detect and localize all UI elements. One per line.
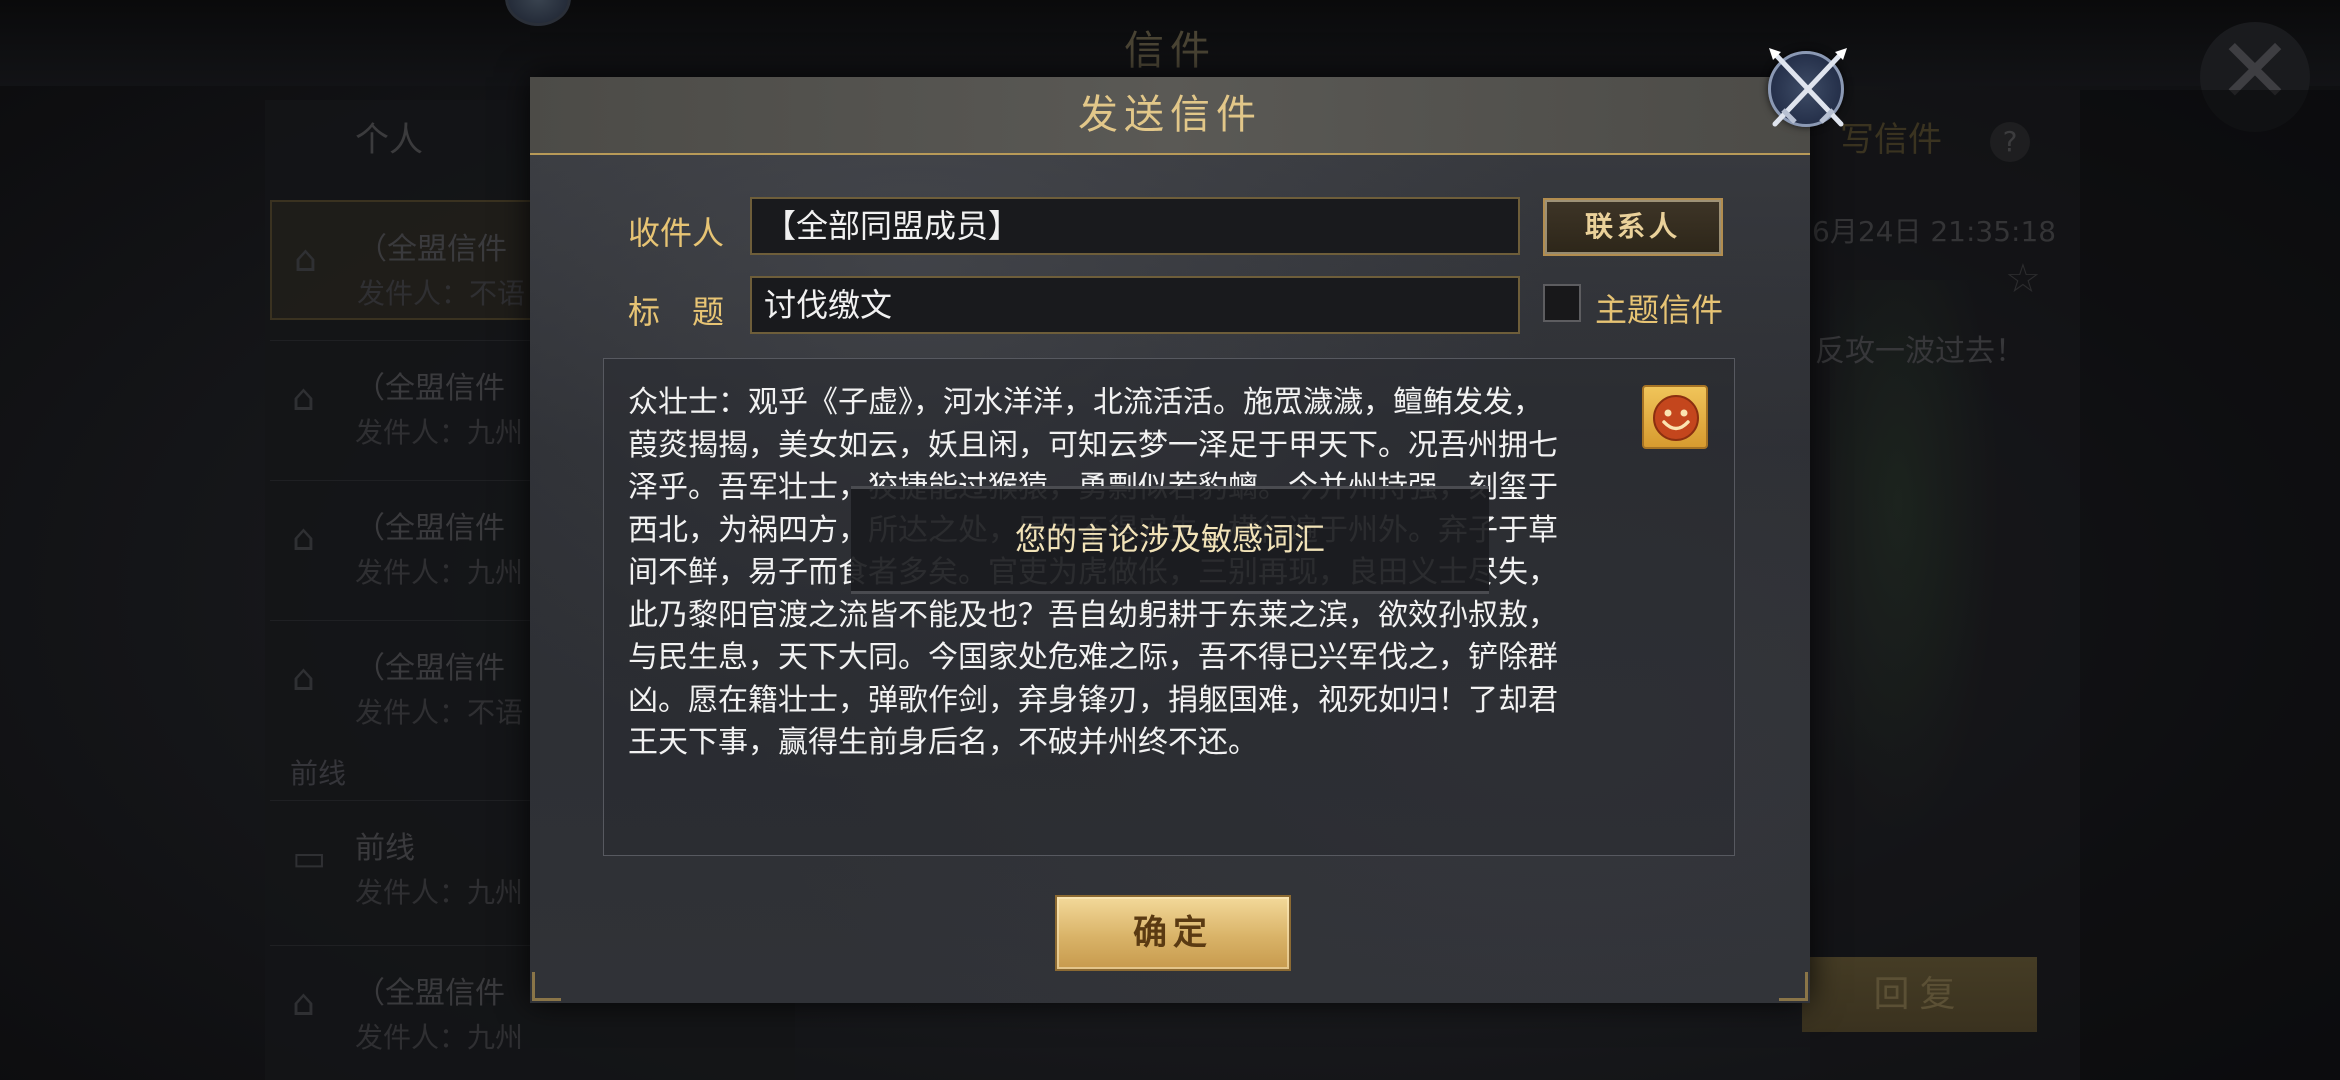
mail-sender: 发件人：不语 (355, 696, 524, 729)
recipient-field[interactable]: 【全部同盟成员】 (750, 197, 1520, 255)
subject-label: 标 题 (628, 293, 725, 331)
mail-sender: 发件人：九州 (355, 876, 524, 909)
mail-title: 前线 (355, 831, 415, 866)
mail-sender: 发件人：九州 (355, 1021, 524, 1054)
corner-ornament (1779, 972, 1808, 1001)
corner-ornament (532, 972, 561, 1001)
mail-icon: ⌂ (292, 378, 315, 419)
content-line: 此乃黎阳官渡之流皆不能及也？吾自幼躬耕于东莱之滨，欲效孙叔敖， (628, 597, 1558, 633)
mail-title: （全盟信件 (355, 976, 505, 1011)
mail-title: （全盟信件 (355, 511, 505, 546)
mail-title: （全盟信件 (355, 651, 505, 686)
crossed-swords-icon (1769, 48, 1847, 127)
sensitive-word-toast: 您的言论涉及敏感词汇 (851, 486, 1489, 594)
tab-write-mail: 写信件 (1840, 120, 1942, 160)
content-line: 与民生息，天下大同。今国家处危难之际，吾不得已兴军伐之，铲除群 (628, 640, 1558, 675)
help-icon: ? (1990, 122, 2030, 162)
subject-field[interactable]: 讨伐缴文 (750, 276, 1520, 334)
content-line: 众壮士：观乎《子虚》，河水洋洋，北流活活。施罛濊濊，鳣鲔发发， (628, 385, 1543, 420)
content-line: 王天下事，赢得生前身后名，不破并州终不还。 (628, 725, 1258, 760)
mail-icon: ⌂ (292, 983, 315, 1024)
mail-sender: 发件人：不语 (357, 277, 526, 310)
theme-mail-checkbox[interactable] (1543, 284, 1581, 322)
dialog-title: 发送信件 (1078, 92, 1262, 138)
game-screen: 信件 ✕ 个人 ⌂ （全盟信件 发件人：不语 ⌂ （全盟信件 发件人：九州 ⌂ … (0, 0, 2340, 1080)
tab-personal: 个人 (355, 120, 423, 160)
recipient-label: 收件人 (628, 214, 725, 252)
mail-sender: 发件人：九州 (355, 556, 524, 589)
background-right-edge (2080, 90, 2340, 1080)
section-frontline: 前线 (290, 757, 347, 790)
close-button[interactable] (1768, 48, 1847, 127)
mail-title: （全盟信件 (357, 232, 507, 267)
confirm-button[interactable]: 确定 (1055, 895, 1291, 971)
mail-icon: ▭ (292, 838, 327, 879)
mail-date: 6月24日 21:35:18 (1812, 215, 2057, 248)
mail-icon: ⌂ (292, 658, 315, 699)
mail-title: （全盟信件 (355, 371, 505, 406)
mail-body-preview: 反攻一波过去！ (1815, 334, 2025, 369)
background-window-title: 信件 (1124, 28, 1216, 74)
reply-button: 回复 (1802, 957, 2037, 1032)
theme-mail-label: 主题信件 (1595, 291, 1724, 329)
mail-sender: 发件人：九州 (355, 416, 524, 449)
content-line: 葭菼揭揭，美女如云，妖且闲，可知云梦一泽足于甲天下。况吾州拥七 (628, 427, 1558, 463)
mail-icon: ⌂ (294, 239, 317, 280)
star-icon: ☆ (2005, 256, 2041, 302)
contacts-button[interactable]: 联系人 (1543, 198, 1723, 256)
content-line: 凶。愿在籍壮士，弹歌作剑，弃身锋刃，捐躯国难，视死如归！了却君 (628, 682, 1558, 718)
emoji-button[interactable] (1642, 385, 1708, 449)
mail-icon: ⌂ (292, 518, 315, 559)
smiley-icon (1653, 395, 1699, 441)
